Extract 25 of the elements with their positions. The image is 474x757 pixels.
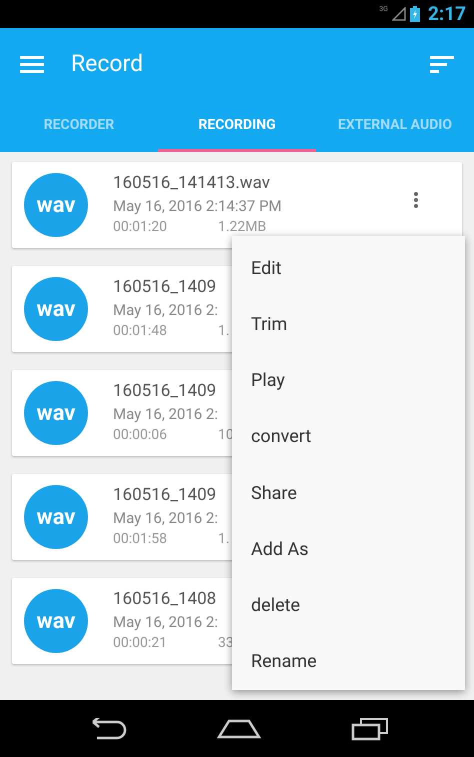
file-type-badge: wav <box>24 381 88 445</box>
file-type-badge: wav <box>24 589 88 653</box>
file-name: 160516_1409 <box>113 485 218 506</box>
file-type-badge: wav <box>24 485 88 549</box>
file-size: 1. <box>218 323 230 341</box>
duration: 00:00:21 <box>113 635 168 653</box>
file-size: 1. <box>218 531 230 549</box>
recording-date: May 16, 2016 2:14:37 PM <box>113 196 282 216</box>
recording-date: May 16, 2016 2: <box>113 612 219 632</box>
file-name: 160516_141413.wav <box>113 173 271 194</box>
recording-date: May 16, 2016 2: <box>113 508 219 528</box>
file-name: 160516_1409 <box>113 277 218 298</box>
recording-date: May 16, 2016 2: <box>113 300 219 320</box>
file-name: 160516_1409 <box>113 381 218 402</box>
clock-time: 2:17 <box>428 0 466 27</box>
recording-date: May 16, 2016 2: <box>113 404 219 424</box>
file-name: 160516_1408 <box>113 589 218 610</box>
duration: 00:01:20 <box>113 219 168 237</box>
duration: 00:00:06 <box>113 427 168 445</box>
file-type-badge: wav <box>24 277 88 341</box>
duration: 00:01:58 <box>113 531 168 549</box>
file-type-badge: wav <box>24 173 88 237</box>
app-title: Record <box>71 48 144 79</box>
file-size: 1.22MB <box>218 219 266 237</box>
duration: 00:01:48 <box>113 323 168 341</box>
